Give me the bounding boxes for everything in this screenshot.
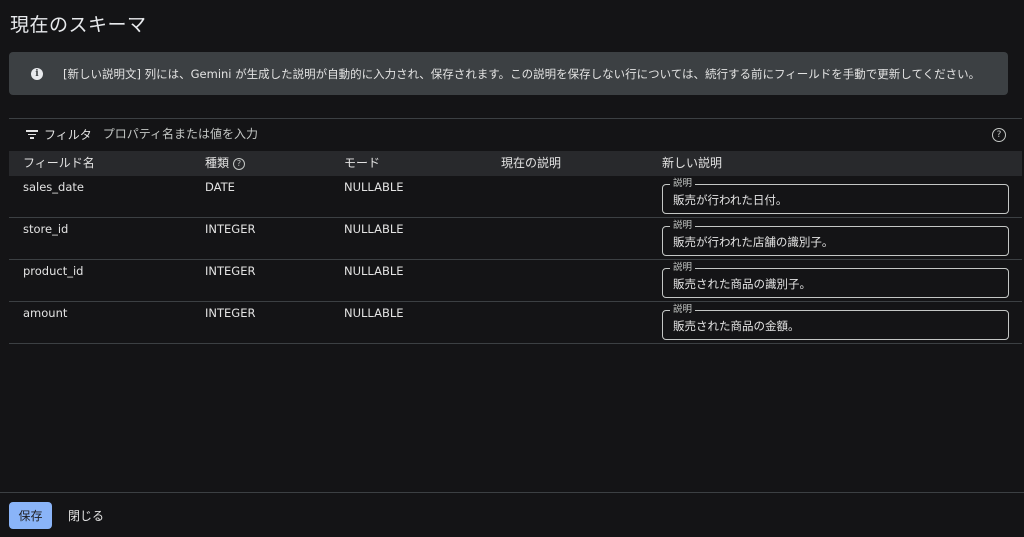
new-description-value[interactable]: 販売された商品の識別子。 bbox=[673, 276, 811, 292]
description-legend: 説明 bbox=[670, 262, 696, 274]
save-button[interactable]: 保存 bbox=[9, 502, 52, 529]
new-description-field[interactable]: 説明 販売された商品の金額。 bbox=[662, 304, 1009, 340]
header-mode[interactable]: モード bbox=[344, 151, 380, 176]
table-row: sales_date DATE NULLABLE 説明 販売が行われた日付。 bbox=[9, 176, 1022, 218]
banner-text: [新しい説明文] 列には、Gemini が生成した説明が自動的に入力され、保存さ… bbox=[63, 66, 981, 81]
mode-cell: NULLABLE bbox=[344, 180, 404, 194]
type-cell: INTEGER bbox=[205, 264, 256, 278]
type-cell: INTEGER bbox=[205, 222, 256, 236]
mode-cell: NULLABLE bbox=[344, 264, 404, 278]
header-new-description[interactable]: 新しい説明 bbox=[662, 151, 722, 176]
table-header: フィールド名 種類 ? モード 現在の説明 新しい説明 bbox=[9, 151, 1022, 176]
description-legend: 説明 bbox=[670, 220, 696, 232]
table-row: amount INTEGER NULLABLE 説明 販売された商品の金額。 bbox=[9, 302, 1022, 344]
description-legend: 説明 bbox=[670, 304, 696, 316]
header-field-name[interactable]: フィールド名 bbox=[23, 151, 95, 176]
new-description-value[interactable]: 販売が行われた店舗の識別子。 bbox=[673, 234, 833, 250]
page-title: 現在のスキーマ bbox=[10, 14, 147, 36]
field-name-cell: amount bbox=[23, 306, 68, 320]
header-current-description[interactable]: 現在の説明 bbox=[501, 151, 561, 176]
field-name-cell: sales_date bbox=[23, 180, 84, 194]
schema-dialog: 現在のスキーマ i [新しい説明文] 列には、Gemini が生成した説明が自動… bbox=[0, 0, 1024, 537]
header-type-label: 種類 bbox=[205, 156, 230, 170]
field-name-cell: product_id bbox=[23, 264, 84, 278]
filter-icon[interactable] bbox=[26, 129, 38, 139]
table-row: product_id INTEGER NULLABLE 説明 販売された商品の識… bbox=[9, 260, 1022, 302]
close-button[interactable]: 閉じる bbox=[60, 502, 112, 529]
field-name-cell: store_id bbox=[23, 222, 69, 236]
footer-divider bbox=[0, 492, 1024, 493]
new-description-value[interactable]: 販売された商品の金額。 bbox=[673, 318, 800, 334]
mode-cell: NULLABLE bbox=[344, 306, 404, 320]
new-description-value[interactable]: 販売が行われた日付。 bbox=[673, 192, 787, 208]
new-description-field[interactable]: 説明 販売された商品の識別子。 bbox=[662, 262, 1009, 298]
header-type[interactable]: 種類 ? bbox=[205, 151, 246, 176]
filter-divider bbox=[9, 118, 1022, 119]
info-banner: i [新しい説明文] 列には、Gemini が生成した説明が自動的に入力され、保… bbox=[9, 52, 1008, 95]
mode-cell: NULLABLE bbox=[344, 222, 404, 236]
filter-bar: フィルタ bbox=[26, 124, 503, 144]
type-help-icon[interactable]: ? bbox=[233, 157, 246, 170]
info-icon: i bbox=[31, 67, 43, 80]
filter-label[interactable]: フィルタ bbox=[44, 126, 92, 143]
type-cell: INTEGER bbox=[205, 306, 256, 320]
description-legend: 説明 bbox=[670, 178, 696, 190]
type-cell: DATE bbox=[205, 180, 235, 194]
table-row: store_id INTEGER NULLABLE 説明 販売が行われた店舗の識… bbox=[9, 218, 1022, 260]
new-description-field[interactable]: 説明 販売が行われた日付。 bbox=[662, 178, 1009, 214]
new-description-field[interactable]: 説明 販売が行われた店舗の識別子。 bbox=[662, 220, 1009, 256]
help-icon[interactable]: ? bbox=[992, 128, 1006, 142]
filter-input[interactable] bbox=[102, 127, 503, 141]
